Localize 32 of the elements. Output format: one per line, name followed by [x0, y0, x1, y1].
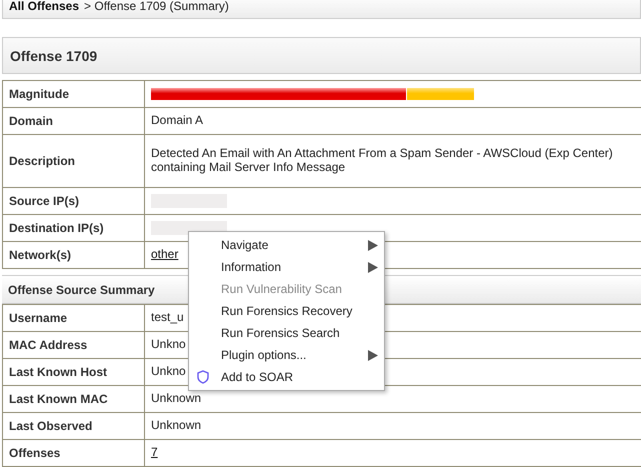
shield-icon — [196, 370, 210, 384]
field-label: Last Observed — [2, 412, 144, 440]
field-value: Unkno — [151, 337, 186, 352]
menu-item[interactable]: Plugin options... — [189, 344, 384, 366]
field-label: MAC Address — [2, 332, 144, 358]
field-value: Unkno — [151, 364, 186, 378]
breadcrumb-link[interactable]: All Offenses — [9, 0, 80, 13]
field-label: Destination IP(s) — [2, 214, 144, 242]
menu-item[interactable]: Information — [189, 256, 384, 278]
network-link[interactable]: other — [151, 247, 178, 262]
field-value: test_u — [151, 310, 184, 324]
menu-item[interactable]: Run Forensics Recovery — [189, 300, 384, 322]
field-label: Offenses — [2, 440, 144, 466]
field-label: Network(s) — [2, 242, 144, 268]
menu-item[interactable]: Run Forensics Search — [189, 322, 384, 344]
offense-title: Offense 1709 — [10, 48, 98, 64]
field-value: Unknown — [151, 391, 202, 406]
field-label: Username — [2, 304, 144, 332]
offenses-link[interactable]: 7 — [151, 445, 158, 460]
field-value: Detected An Email with An Attachment From a Spam Sender - AWSCloud (Exp Center) containing Mail Server Info Message — [151, 146, 613, 174]
field-label: Source IP(s) — [2, 188, 144, 214]
breadcrumb-current: > Offense 1709 (Summary) — [84, 0, 229, 13]
section-title: Offense Source Summary — [8, 282, 155, 296]
menu-item[interactable]: Add to SOAR — [189, 366, 384, 388]
menu-item[interactable]: Navigate — [189, 234, 384, 256]
field-label: Domain — [2, 108, 144, 134]
field-label: Description — [2, 134, 144, 188]
field-label: Last Known Host — [2, 358, 144, 386]
field-label: Last Known MAC — [2, 386, 144, 412]
field-value: Domain A — [151, 113, 204, 128]
field-label: Magnitude — [2, 80, 144, 108]
field-value: Unknown — [151, 418, 202, 432]
